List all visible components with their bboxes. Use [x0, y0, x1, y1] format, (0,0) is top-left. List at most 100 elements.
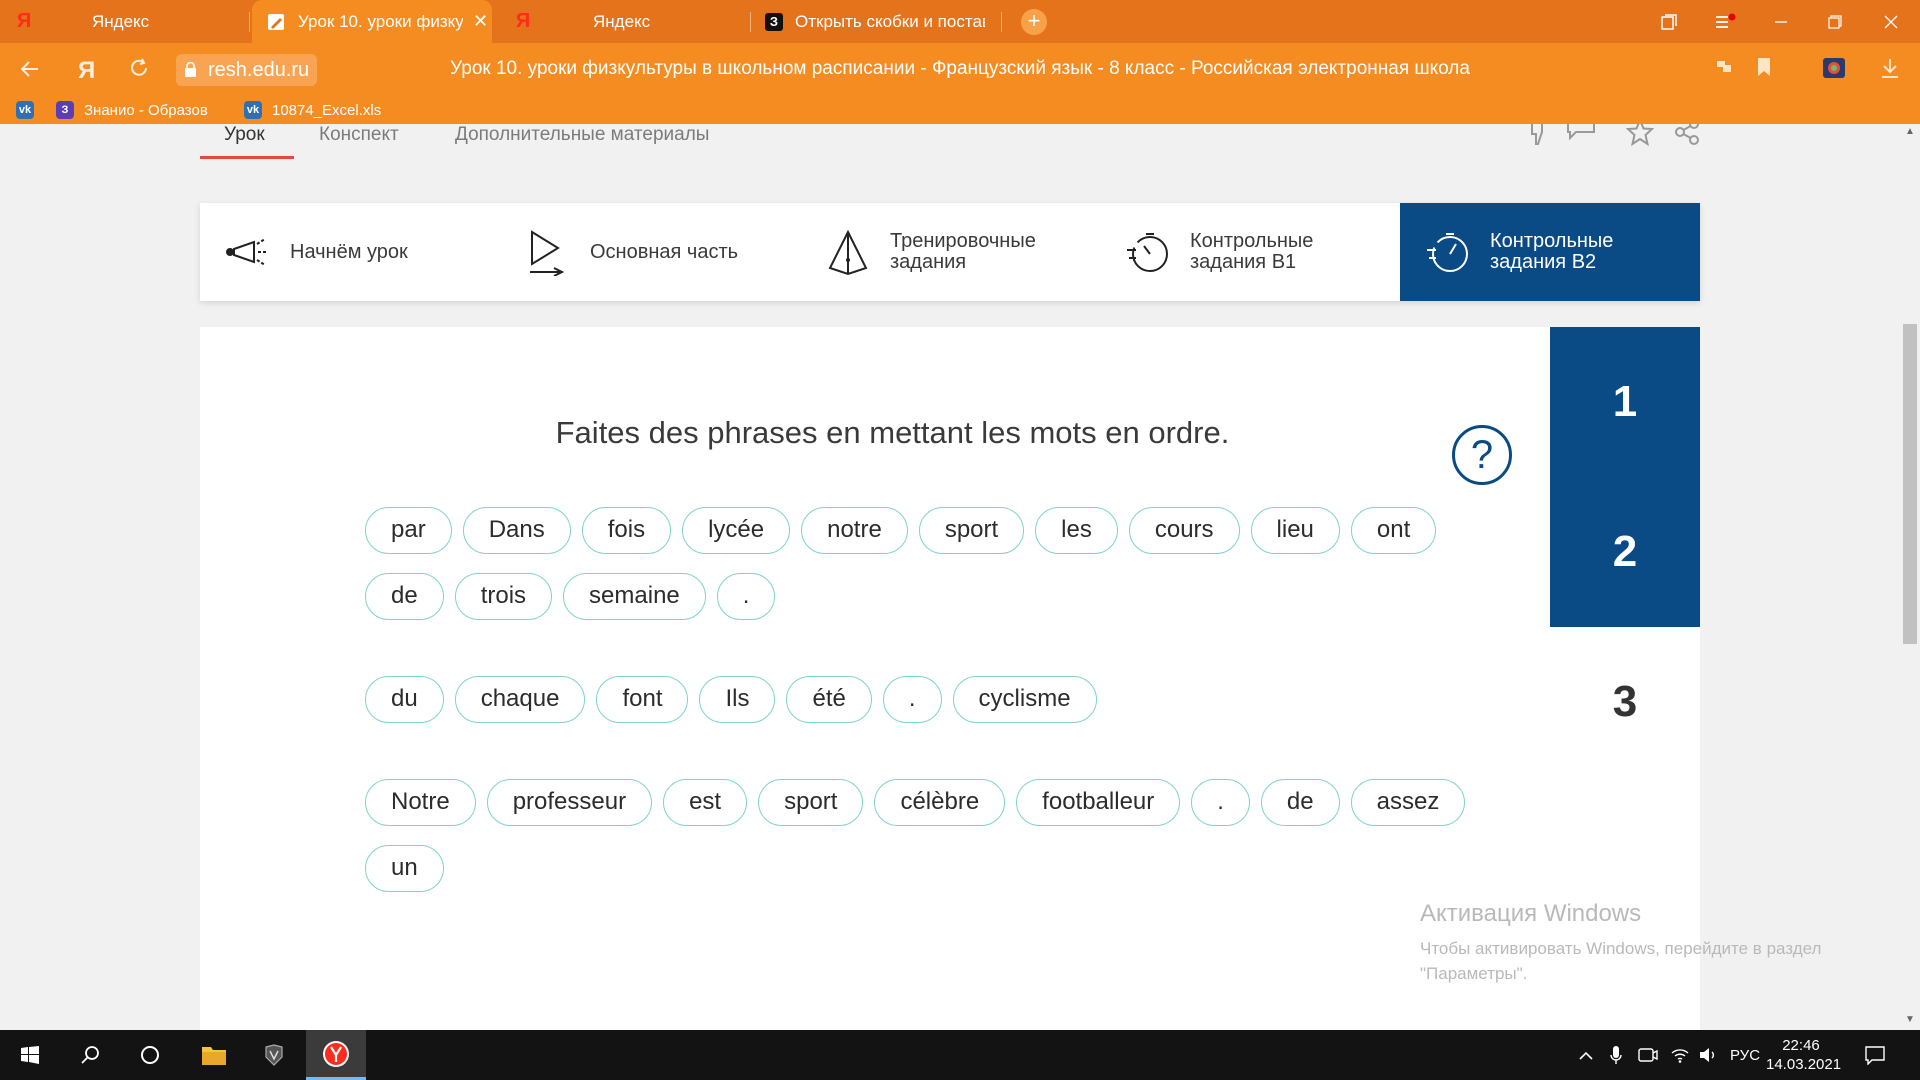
browser-tab-znanio[interactable]: З Открыть скобки и постав [765, 0, 995, 43]
task-number-column: 1 2 3 [1550, 327, 1700, 777]
clock-date: 14.03.2021 [1766, 1056, 1842, 1073]
download-icon[interactable] [1880, 57, 1900, 85]
browser-tab-yandex-2[interactable]: Я Яндекс [513, 0, 743, 43]
scroll-thumb[interactable] [1903, 324, 1917, 644]
scroll-down-icon[interactable]: ▼ [1900, 1014, 1920, 1025]
pyramid-icon [828, 229, 868, 276]
step-label: Тренировочные задания [890, 230, 1036, 273]
share-icon[interactable] [1672, 124, 1700, 152]
word-chip[interactable]: est [663, 779, 748, 826]
language-indicator[interactable]: РУС [1730, 1030, 1760, 1080]
meet-now-icon[interactable] [1638, 1030, 1658, 1080]
megaphone-icon [226, 238, 268, 266]
bookmark-icon[interactable] [1756, 57, 1772, 83]
taskbar-clock[interactable]: 22:46 14.03.2021 [1766, 1036, 1842, 1074]
step-control-b1[interactable]: Контрольные задания В1 [1100, 203, 1400, 301]
windows-start-icon[interactable] [0, 1030, 60, 1080]
word-chip[interactable]: ont [1350, 507, 1437, 554]
extension-icon[interactable] [1822, 57, 1846, 85]
word-chip[interactable]: semaine [563, 573, 706, 620]
bookmark-label: Знанио - Образов [84, 101, 208, 119]
tabs-overview-icon[interactable] [1646, 0, 1692, 43]
sentence-2-words: du chaque font Ils été. cyclisme [365, 676, 1525, 742]
microphone-icon[interactable] [1610, 1030, 1622, 1080]
word-chip[interactable]: fois [581, 507, 672, 554]
page-scrollbar[interactable]: ▲ ▼ [1900, 124, 1920, 1030]
word-chip[interactable]: du [365, 676, 444, 723]
dislike-icon[interactable] [1528, 124, 1560, 154]
word-chip[interactable]: Ils [699, 676, 776, 723]
word-chip[interactable]: de [365, 573, 444, 620]
new-tab-button[interactable]: + [1021, 9, 1047, 35]
lesson-tab-lesson[interactable]: Урок [224, 124, 265, 146]
sentence-1-words: par Dans fois lycée notre sport les cours lieu on… [365, 507, 1525, 639]
file-explorer-icon[interactable] [184, 1030, 244, 1080]
star-icon[interactable] [1625, 124, 1655, 152]
word-chip[interactable]: . [1191, 779, 1250, 826]
word-chip[interactable]: cyclisme [952, 676, 1097, 723]
znanio-icon: З [765, 12, 783, 31]
notifications-icon[interactable] [1864, 1030, 1886, 1080]
help-icon[interactable]: ? [1452, 425, 1512, 485]
menu-icon[interactable] [1702, 0, 1748, 43]
word-chip[interactable]: de [1260, 779, 1340, 826]
word-chip[interactable]: footballeur [1016, 779, 1181, 826]
tab-title: Открыть скобки и постав [795, 11, 985, 31]
comment-icon[interactable] [1566, 124, 1596, 146]
step-training-tasks[interactable]: Тренировочные задания [800, 203, 1100, 301]
task-number-1[interactable]: 1 [1550, 327, 1700, 477]
cortana-icon[interactable] [120, 1030, 180, 1080]
word-chip[interactable]: Dans [462, 507, 571, 554]
protect-icon[interactable] [1714, 57, 1734, 83]
restore-icon[interactable] [1812, 0, 1858, 43]
step-control-b2[interactable]: Контрольные задания В2 [1400, 203, 1700, 301]
browser-tab-yandex-1[interactable]: Я Яндекс [14, 0, 244, 43]
word-chip[interactable]: trois [454, 573, 553, 620]
tray-chevron-icon[interactable] [1578, 1030, 1594, 1080]
word-chip[interactable]: font [596, 676, 689, 723]
bookmark-excel[interactable]: vk 10874_Excel.xls [244, 101, 381, 119]
wifi-icon[interactable] [1670, 1030, 1690, 1080]
word-chip[interactable]: célèbre [874, 779, 1006, 826]
close-tab-icon[interactable]: ✕ [473, 11, 488, 32]
word-chip[interactable]: . [716, 573, 776, 620]
word-chip[interactable]: par [365, 507, 452, 554]
word-chip[interactable]: sport [758, 779, 864, 826]
word-chip[interactable]: les [1035, 507, 1118, 554]
yandex-browser-taskbar-icon[interactable] [306, 1030, 366, 1080]
volume-icon[interactable] [1698, 1030, 1718, 1080]
page-title: Урок 10. уроки физкультуры в школьном ра… [450, 58, 1470, 79]
word-chip[interactable]: été [786, 676, 872, 723]
scroll-up-icon[interactable]: ▲ [1900, 126, 1920, 137]
tab-title: Яндекс [92, 11, 150, 31]
task-number-2[interactable]: 2 [1550, 477, 1700, 627]
close-window-icon[interactable] [1868, 0, 1914, 43]
step-main-part[interactable]: Основная часть [500, 203, 800, 301]
bookmark-znanio[interactable]: З Знанио - Образов [56, 101, 208, 119]
yandex-icon: Я [515, 10, 531, 32]
word-chip[interactable]: Notre [365, 779, 476, 826]
stopwatch-icon [1427, 233, 1468, 272]
word-chip[interactable]: un [365, 845, 444, 892]
step-start-lesson[interactable]: Начнём урок [200, 203, 500, 301]
word-chip[interactable]: notre [801, 507, 908, 554]
lesson-tab-materials[interactable]: Дополнительные материалы [455, 124, 709, 146]
word-chip[interactable]: chaque [454, 676, 586, 723]
minimize-icon[interactable] [1758, 0, 1804, 43]
play-icon [530, 230, 565, 276]
bookmark-vk[interactable]: vk [16, 101, 44, 119]
word-chip[interactable]: professeur [486, 779, 653, 826]
word-chip[interactable]: . [882, 676, 942, 723]
task-number-3[interactable]: 3 [1550, 627, 1700, 777]
step-label: Контрольные задания В1 [1190, 230, 1314, 273]
word-chip[interactable]: assez [1350, 779, 1466, 826]
search-icon[interactable] [60, 1030, 120, 1080]
bookmarks-bar: vk З Знанио - Образов vk 10874_Excel.xls [0, 98, 1920, 124]
lesson-tab-summary[interactable]: Конспект [319, 124, 399, 146]
word-chip[interactable]: sport [918, 507, 1025, 554]
word-chip[interactable]: lieu [1250, 507, 1340, 554]
game-icon[interactable] [244, 1030, 304, 1080]
word-chip[interactable]: cours [1128, 507, 1240, 554]
word-chip[interactable]: lycée [682, 507, 791, 554]
browser-tab-lesson[interactable]: Урок 10. уроки физкул ✕ [252, 0, 492, 43]
